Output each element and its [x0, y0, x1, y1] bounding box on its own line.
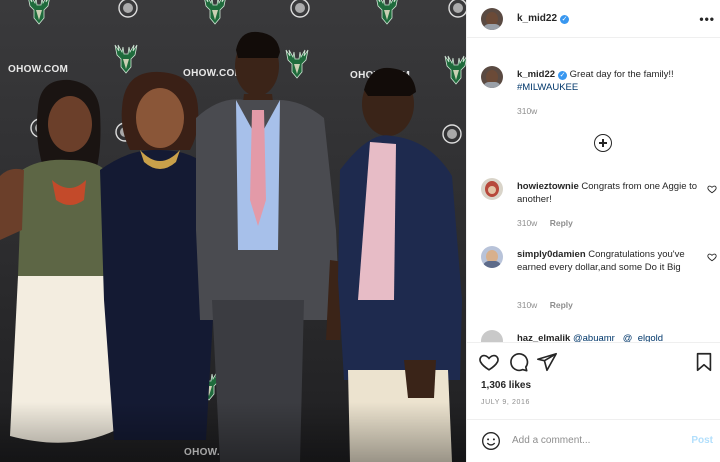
reply-button[interactable]: Reply — [550, 300, 573, 310]
comment-message[interactable]: @abuamr_ @_elgold — [573, 333, 663, 342]
post-header: k_mid22 ✓ ••• — [467, 0, 720, 38]
people-group — [0, 31, 462, 462]
photo-floor-shadow — [0, 402, 466, 462]
comment-time[interactable]: 310w — [517, 218, 537, 228]
person-center-man — [196, 31, 344, 462]
caption-time[interactable]: 310w — [517, 106, 537, 116]
comment-username[interactable]: howieztownie — [517, 181, 579, 192]
heart-icon[interactable] — [707, 184, 717, 194]
comment-text: howieztownie Congrats from one Aggie to … — [517, 180, 707, 206]
comment-username[interactable]: simply0damien — [517, 249, 586, 260]
instagram-post-view: OHOW.COM OHOW.COM OHOW.COM OHOW.COM — [0, 0, 720, 462]
post-username[interactable]: k_mid22 — [517, 13, 557, 24]
caption-username[interactable]: k_mid22 — [517, 69, 555, 80]
verified-badge-icon: ✓ — [558, 71, 568, 80]
post-date[interactable]: JULY 9, 2016 — [481, 399, 530, 406]
share-icon[interactable] — [536, 351, 558, 373]
more-horizontal-icon[interactable]: ••• — [699, 12, 715, 26]
comment-icon[interactable] — [507, 351, 529, 373]
comment-input[interactable]: Add a comment... — [512, 435, 590, 446]
post-side-panel: k_mid22 ✓ ••• k_mid22 ✓ Great day for the … — [466, 0, 720, 462]
comment-username[interactable]: haz_elmalik — [517, 333, 570, 342]
comments-list[interactable]: k_mid22 ✓ Great day for the family!! #MIL… — [467, 38, 720, 342]
heart-icon[interactable] — [478, 351, 500, 373]
comment-meta: 310w Reply — [517, 300, 583, 310]
verified-badge-icon: ✓ — [560, 15, 570, 24]
caption-text: k_mid22 ✓ Great day for the family!! #MIL… — [517, 68, 707, 94]
caption-meta: 310w — [517, 106, 547, 116]
add-comment-bar: Add a comment... Post — [467, 419, 720, 462]
reply-button[interactable]: Reply — [550, 218, 573, 228]
bookmark-icon[interactable] — [693, 351, 715, 373]
emoji-icon[interactable] — [481, 431, 501, 451]
avatar[interactable] — [481, 246, 503, 268]
comment-meta: 310w Reply — [517, 218, 583, 228]
avatar[interactable] — [481, 66, 503, 88]
avatar[interactable] — [481, 178, 503, 200]
caption-hashtag[interactable]: #MILWAUKEE — [517, 82, 578, 93]
likes-count[interactable]: 1,306 likes — [481, 380, 531, 391]
post-comment-button[interactable]: Post — [691, 435, 713, 446]
comment-text: haz_elmalik @abuamr_ @_elgold — [517, 332, 707, 342]
plus-circle-icon[interactable] — [594, 134, 612, 152]
post-actions: 1,306 likes JULY 9, 2016 Add a comment..… — [467, 342, 720, 462]
comment-time[interactable]: 310w — [517, 300, 537, 310]
comment-text: simply0damien Congratulations you've ear… — [517, 248, 707, 274]
avatar[interactable] — [481, 330, 503, 342]
caption-message: Great day for the family!! — [569, 69, 674, 80]
avatar[interactable] — [481, 7, 503, 30]
heart-icon[interactable] — [707, 252, 717, 262]
post-photo[interactable]: OHOW.COM OHOW.COM OHOW.COM OHOW.COM — [0, 0, 466, 462]
